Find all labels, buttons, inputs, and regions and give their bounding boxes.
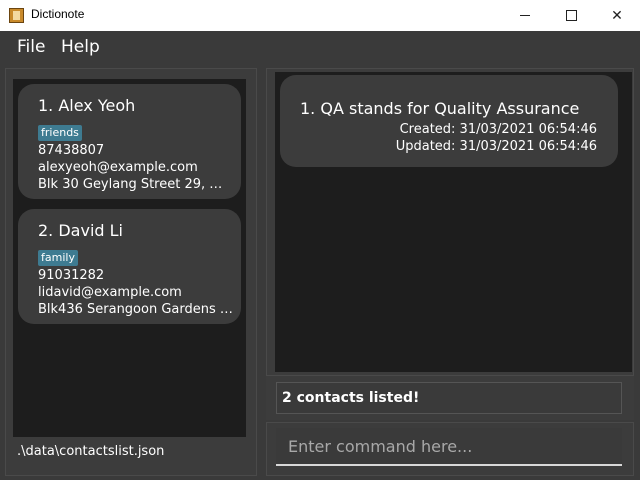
note-title: 1. QA stands for Quality Assurance (300, 99, 580, 118)
contact-email: alexyeoh@example.com (38, 160, 198, 175)
menu-file[interactable]: File (17, 37, 45, 57)
minimize-icon (520, 15, 530, 16)
contact-address: Blk 30 Geylang Street 29, #06-40 (38, 177, 233, 192)
note-list[interactable]: 1. QA stands for Quality Assurance Creat… (275, 72, 632, 372)
contact-card[interactable]: 2. David Li family 91031282 lidavid@exam… (18, 209, 241, 324)
note-updated: Updated: 31/03/2021 06:54:46 (395, 139, 597, 154)
contact-list[interactable]: 1. Alex Yeoh friends 87438807 alexyeoh@e… (13, 79, 246, 437)
contact-phone: 87438807 (38, 143, 105, 158)
result-message: 2 contacts listed! (282, 390, 420, 406)
contact-name: 1. Alex Yeoh (38, 96, 136, 115)
contact-email: lidavid@example.com (38, 285, 182, 300)
note-created: Created: 31/03/2021 06:54:46 (399, 122, 597, 137)
close-button[interactable]: ✕ (594, 0, 640, 31)
note-card[interactable]: 1. QA stands for Quality Assurance Creat… (280, 75, 618, 167)
maximize-icon (565, 10, 577, 21)
menu-bar: File Help (0, 31, 640, 66)
contact-name: 2. David Li (38, 221, 123, 240)
close-icon: ✕ (611, 7, 623, 24)
app-book-icon (9, 8, 24, 23)
maximize-button[interactable] (548, 0, 594, 31)
window-title: Dictionote (31, 7, 85, 21)
contact-address: Blk436 Serangoon Gardens Stre... (38, 302, 233, 317)
storage-path: .\data\contactslist.json (17, 444, 165, 459)
contact-tag: family (38, 250, 78, 266)
menu-help[interactable]: Help (61, 37, 100, 57)
contact-card[interactable]: 1. Alex Yeoh friends 87438807 alexyeoh@e… (18, 84, 241, 199)
contact-tag: friends (38, 125, 82, 141)
minimize-button[interactable] (502, 0, 548, 31)
title-bar: Dictionote ✕ (0, 0, 640, 31)
command-input[interactable] (276, 428, 622, 466)
contact-phone: 91031282 (38, 268, 105, 283)
